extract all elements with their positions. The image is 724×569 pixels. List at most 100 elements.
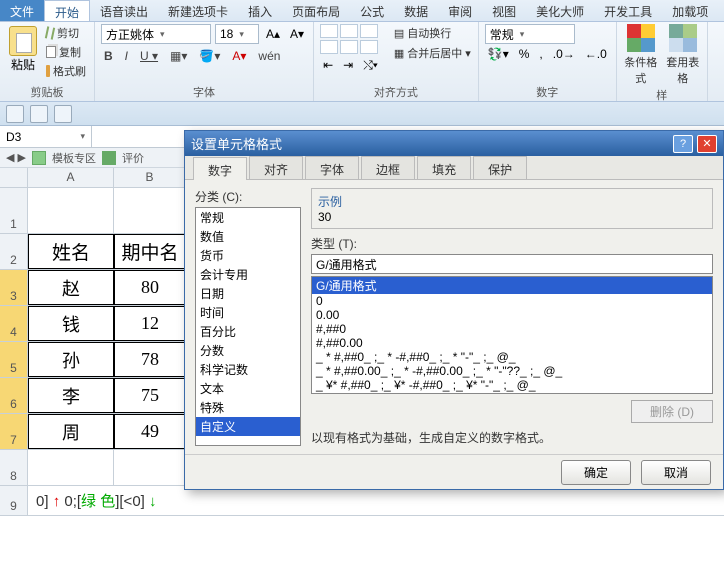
category-item[interactable]: 常规	[196, 208, 300, 227]
category-item[interactable]: 特殊	[196, 398, 300, 417]
wrap-text-button[interactable]: ▤ 自动换行	[393, 24, 472, 42]
cell[interactable]: 孙	[28, 342, 114, 377]
row-header[interactable]: 9	[0, 486, 28, 515]
painter-button[interactable]: 格式刷	[44, 62, 88, 80]
type-item[interactable]: 0	[312, 294, 712, 308]
grow-font-button[interactable]: A▴	[263, 26, 283, 42]
cell[interactable]: 周	[28, 414, 114, 449]
category-item[interactable]: 科学记数	[196, 360, 300, 379]
review-button[interactable]: 评价	[122, 150, 144, 166]
type-item[interactable]: #,##0	[312, 322, 712, 336]
dec-decimal-button[interactable]: ←.0	[582, 46, 610, 62]
percent-button[interactable]: %	[516, 46, 533, 62]
tab-newtab[interactable]: 新建选项卡	[158, 0, 238, 21]
delete-button[interactable]: 删除 (D)	[631, 400, 713, 423]
tab-voice[interactable]: 语音读出	[90, 0, 158, 21]
comma-button[interactable]: ,	[536, 46, 545, 62]
category-item[interactable]: 时间	[196, 303, 300, 322]
cell[interactable]: 75	[114, 378, 186, 413]
help-button[interactable]: ?	[673, 135, 693, 153]
row-header[interactable]: 4	[0, 306, 28, 341]
category-item[interactable]: 文本	[196, 379, 300, 398]
type-item[interactable]: _ * #,##0.00_ ;_ * -#,##0.00_ ;_ * "-"??…	[312, 364, 712, 378]
bold-button[interactable]: B	[101, 48, 116, 64]
cell[interactable]	[114, 188, 186, 233]
ok-button[interactable]: 确定	[561, 460, 631, 485]
phonetic-button[interactable]: wén	[255, 48, 283, 64]
font-size-combo[interactable]: 18▾	[215, 24, 259, 44]
cancel-button[interactable]: 取消	[641, 460, 711, 485]
border-button[interactable]: ▦▾	[167, 48, 190, 64]
dlg-tab-protect[interactable]: 保护	[473, 156, 527, 179]
shrink-font-button[interactable]: A▾	[287, 26, 307, 42]
cell[interactable]	[28, 188, 114, 233]
tab-insert[interactable]: 插入	[238, 0, 282, 21]
row-header[interactable]: 2	[0, 234, 28, 269]
cell[interactable]	[114, 450, 186, 485]
dlg-tab-font[interactable]: 字体	[305, 156, 359, 179]
tab-addins[interactable]: 加载项	[662, 0, 718, 21]
indent-dec-button[interactable]: ⇤	[320, 57, 336, 74]
cond-format-button[interactable]: 条件格式	[623, 24, 659, 86]
cell[interactable]: 期中名	[114, 234, 186, 269]
category-item[interactable]: 百分比	[196, 322, 300, 341]
cell-formula-tail[interactable]: 0] ↑ 0;[绿 色][<0] ↓	[28, 486, 165, 515]
tab-dev[interactable]: 开发工具	[594, 0, 662, 21]
tab-review[interactable]: 审阅	[438, 0, 482, 21]
cell[interactable]: 姓名	[28, 234, 114, 269]
tab-layout[interactable]: 页面布局	[282, 0, 350, 21]
font-color-button[interactable]: A▾	[229, 48, 249, 64]
tab-beautify[interactable]: 美化大师	[526, 0, 594, 21]
italic-button[interactable]: I	[122, 48, 131, 64]
dlg-tab-fill[interactable]: 填充	[417, 156, 471, 179]
align-grid[interactable]	[320, 24, 381, 54]
tab-file[interactable]: 文件	[0, 0, 44, 21]
cell[interactable]	[28, 450, 114, 485]
category-item[interactable]: 分数	[196, 341, 300, 360]
inc-decimal-button[interactable]: .0→	[550, 46, 578, 62]
cut-button[interactable]: 剪切	[44, 24, 88, 42]
save-button[interactable]	[6, 105, 24, 123]
table-format-button[interactable]: 套用表格	[665, 24, 701, 86]
tab-home[interactable]: 开始	[44, 0, 90, 21]
dlg-tab-number[interactable]: 数字	[193, 157, 247, 180]
category-item[interactable]: 日期	[196, 284, 300, 303]
cell[interactable]: 78	[114, 342, 186, 377]
indent-inc-button[interactable]: ⇥	[340, 57, 356, 74]
category-item[interactable]: 自定义	[196, 417, 300, 436]
category-item[interactable]: 会计专用	[196, 265, 300, 284]
row-header[interactable]: 1	[0, 188, 28, 233]
tab-view[interactable]: 视图	[482, 0, 526, 21]
type-item[interactable]: 0.00	[312, 308, 712, 322]
redo-button[interactable]	[54, 105, 72, 123]
paste-button[interactable]: 粘贴	[6, 24, 40, 80]
type-item[interactable]: _ ¥* #,##0_ ;_ ¥* -#,##0_ ;_ ¥* "-"_ ;_ …	[312, 378, 712, 392]
dialog-titlebar[interactable]: 设置单元格格式 ? ✕	[185, 131, 723, 156]
type-input[interactable]	[311, 254, 713, 274]
cell[interactable]: 80	[114, 270, 186, 305]
type-item[interactable]: G/通用格式	[312, 277, 712, 294]
cell[interactable]: 赵	[28, 270, 114, 305]
type-listbox[interactable]: G/通用格式00.00#,##0#,##0.00_ * #,##0_ ;_ * …	[311, 276, 713, 394]
row-header[interactable]: 3	[0, 270, 28, 305]
dlg-tab-align[interactable]: 对齐	[249, 156, 303, 179]
underline-button[interactable]: U ▾	[137, 48, 161, 64]
dlg-tab-border[interactable]: 边框	[361, 156, 415, 179]
row-header[interactable]: 8	[0, 450, 28, 485]
template-zone-button[interactable]: 模板专区	[52, 150, 96, 166]
number-format-combo[interactable]: 常规▾	[485, 24, 575, 44]
category-listbox[interactable]: 常规数值货币会计专用日期时间百分比分数科学记数文本特殊自定义	[195, 207, 301, 446]
cell[interactable]: 12	[114, 306, 186, 341]
category-item[interactable]: 货币	[196, 246, 300, 265]
row-header[interactable]: 5	[0, 342, 28, 377]
tab-data[interactable]: 数据	[394, 0, 438, 21]
copy-button[interactable]: 复制	[44, 43, 88, 61]
type-item[interactable]: _ * #,##0_ ;_ * -#,##0_ ;_ * "-"_ ;_ @_	[312, 350, 712, 364]
orientation-button[interactable]: ⤭▾	[360, 57, 381, 74]
close-button[interactable]: ✕	[697, 135, 717, 153]
type-item[interactable]: #,##0.00	[312, 336, 712, 350]
merge-center-button[interactable]: ▦ 合并后居中 ▾	[393, 44, 472, 62]
cell[interactable]: 49	[114, 414, 186, 449]
select-all-corner[interactable]	[0, 168, 28, 187]
col-header-a[interactable]: A	[28, 168, 114, 187]
